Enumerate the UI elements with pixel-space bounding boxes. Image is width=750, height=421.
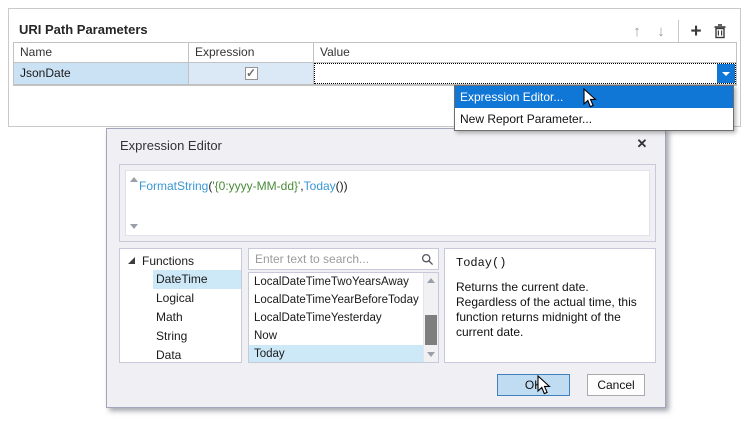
search-input[interactable] [251,250,416,268]
list-item-today[interactable]: Today [249,345,438,363]
list-item[interactable]: LocalDateTimeYearBeforeToday [249,291,423,309]
move-up-button[interactable]: ↑ [625,19,649,43]
token-function: FormatString [139,179,208,193]
close-icon[interactable]: ✕ [634,136,650,152]
panel-toolbar: ↑ ↓ + [625,19,732,43]
menu-item-new-report-parameter[interactable]: New Report Parameter... [455,108,733,130]
list-item[interactable]: Now [249,327,423,345]
value-editor [314,63,736,84]
add-parameter-button[interactable]: + [684,19,708,43]
tree-node-datetime[interactable]: DateTime [153,270,241,289]
list-item[interactable]: LocalDateTimeYesterday [249,309,423,327]
arrow-up-icon: ↑ [633,24,641,39]
grid-header-row: Name Expression Value [14,43,736,63]
list-item[interactable]: LocalDateTimeTwoYearsAway [249,273,423,291]
scroll-down-icon[interactable] [427,352,435,357]
tree-root-label: Functions [142,254,194,268]
expression-code-group: FormatString('{0:yyyy-MM-dd}',Today()) [119,164,656,242]
parameters-grid: Name Expression Value JsonDate ✓ [13,42,737,86]
token-function2: Today [304,179,336,193]
function-description: Returns the current date. Regardless of … [456,280,647,340]
trash-icon [713,24,727,39]
tree-node-string[interactable]: String [153,327,241,346]
tree-expander-icon[interactable] [128,257,135,264]
tree-node-logical[interactable]: Logical [153,289,241,308]
table-row: JsonDate ✓ [14,63,736,85]
column-header-expression[interactable]: Expression [189,43,314,62]
ok-button[interactable]: OK [497,374,570,396]
functions-tree: Functions DateTime Logical Math String D… [119,248,242,363]
cell-expression[interactable]: ✓ [189,63,314,84]
scroll-up-icon[interactable] [427,278,435,283]
cell-name[interactable]: JsonDate [14,63,189,84]
arrow-down-icon: ↓ [657,24,665,39]
menu-item-expression-editor[interactable]: Expression Editor... [455,86,733,108]
functions-list: LocalDateTimeTwoYearsAway LocalDateTimeY… [248,272,439,363]
plus-icon: + [690,22,701,41]
toolbar-separator [678,20,679,42]
column-header-value[interactable]: Value [314,43,736,62]
tree-node-data[interactable]: Data [153,346,241,365]
expression-code-editor[interactable]: FormatString('{0:yyyy-MM-dd}',Today()) [125,170,650,236]
cancel-button[interactable]: Cancel [587,374,645,396]
expression-checkbox[interactable]: ✓ [245,67,258,80]
function-description-panel: Today() Returns the current date. Regard… [444,248,656,363]
search-icon [421,253,434,266]
value-dropdown-button[interactable] [717,64,735,83]
value-dropdown-menu: Expression Editor... New Report Paramete… [454,85,734,131]
tree-node-functions[interactable]: Functions [120,251,241,270]
function-search-box [248,248,439,270]
tree-node-math[interactable]: Math [153,308,241,327]
token-paren2: ()) [336,179,348,193]
function-signature: Today() [456,256,506,270]
checkmark-icon: ✓ [246,67,256,79]
dialog-title: Expression Editor [120,138,222,153]
expression-code-line: FormatString('{0:yyyy-MM-dd}',Today()) [139,179,348,193]
move-down-button[interactable]: ↓ [649,19,673,43]
column-header-name[interactable]: Name [14,43,189,62]
value-input[interactable] [315,64,717,83]
scroll-down-icon[interactable] [130,224,138,229]
scrollbar-thumb[interactable] [425,315,437,345]
delete-parameter-button[interactable] [708,19,732,43]
token-string: '{0:yyyy-MM-dd}' [212,179,300,193]
list-scrollbar[interactable] [423,273,438,362]
scroll-up-icon[interactable] [130,177,138,182]
cell-value [314,63,736,84]
expression-editor-dialog: Expression Editor ✕ FormatString('{0:yyy… [106,128,666,408]
chevron-down-icon [722,72,730,76]
screen: URI Path Parameters ↑ ↓ + [0,0,750,421]
panel-title: URI Path Parameters [19,22,148,37]
